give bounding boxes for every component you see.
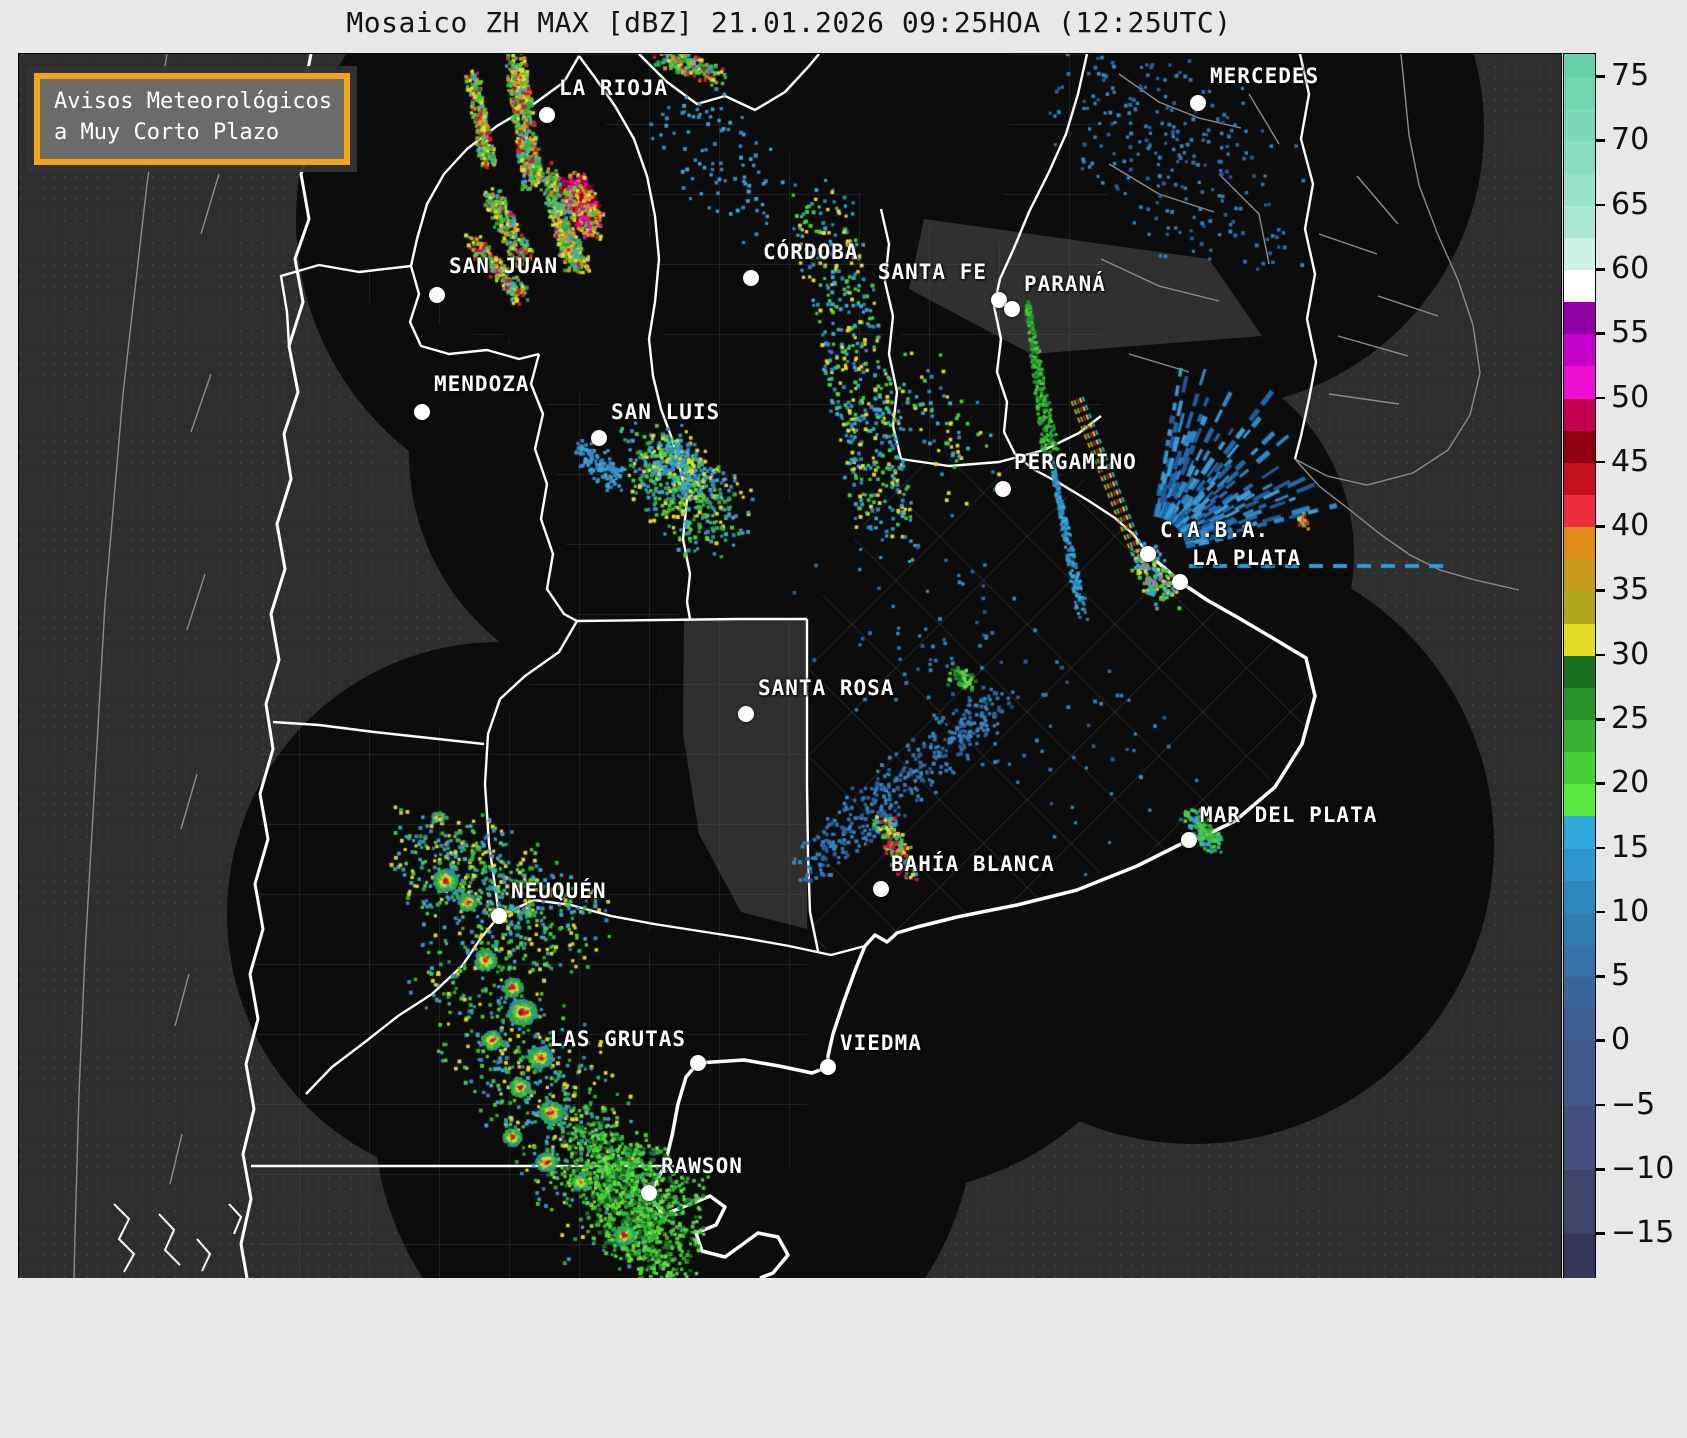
colorbar-tick-label: 75: [1611, 58, 1650, 94]
footer-logos: Servicio Meteorológico Nacional Argentin…: [0, 1278, 1687, 1438]
colorbar-tick-mark: [1595, 1168, 1605, 1171]
radar-product-page: Mosaico ZH MAX [dBZ] 21.01.2026 09:25HOA…: [0, 0, 1687, 1438]
city-dot: [539, 107, 555, 123]
city-dot: [743, 270, 759, 286]
colorbar-tick-label: −10: [1611, 1151, 1675, 1186]
colorbar-tick-label: 55: [1611, 315, 1650, 351]
city-label: SAN LUIS: [611, 400, 721, 424]
city-dot: [873, 881, 889, 897]
colorbar-tick-mark: [1595, 1103, 1605, 1107]
city-dot: [591, 430, 607, 446]
colorbar-tick-mark: [1595, 203, 1605, 207]
colorbar-tick-mark: [1595, 75, 1605, 78]
city-dot: [1172, 574, 1188, 590]
colorbar-tick-mark: [1595, 1232, 1605, 1235]
city-label: C.A.B.A.: [1160, 518, 1270, 542]
colorbar-tick-mark: [1595, 1039, 1605, 1042]
colorbar-tick-label: 30: [1611, 636, 1650, 672]
colorbar-tick-mark: [1595, 589, 1605, 592]
colorbar-tick-label: 65: [1611, 186, 1650, 222]
colorbar-tick-mark: [1595, 525, 1605, 528]
colorbar-tick-mark: [1595, 332, 1605, 335]
colorbar-tick-label: 45: [1611, 443, 1650, 479]
colorbar-tick-label: 40: [1611, 508, 1650, 544]
city-dot: [738, 706, 754, 722]
colorbar-tick-mark: [1595, 975, 1605, 978]
colorbar-tick-label: −15: [1611, 1215, 1675, 1251]
city-label: PARANÁ: [1024, 272, 1106, 296]
city-dot: [641, 1185, 657, 1201]
warnings-line1: Avisos Meteorológicos: [54, 89, 333, 114]
city-label: VIEDMA: [840, 1031, 922, 1055]
colorbar-tick-label: 10: [1611, 893, 1650, 929]
city-label: LAS GRUTAS: [549, 1027, 686, 1051]
city-label: LA RIOJA: [559, 76, 669, 100]
city-label: RAWSON: [661, 1154, 743, 1178]
colorbar-tick-mark: [1595, 846, 1605, 850]
city-label: MAR DEL PLATA: [1200, 803, 1378, 827]
city-label: BAHÍA BLANCA: [891, 852, 1055, 876]
city-label: LA PLATA: [1192, 546, 1302, 570]
colorbar-tick-label: 5: [1611, 958, 1631, 994]
city-dot: [414, 404, 430, 420]
colorbar-tick-mark: [1595, 782, 1605, 785]
city-dot: [1181, 832, 1197, 848]
colorbar-ticks: 75 70 65 60 55 50 45 40 35 30 25 20 15 10 5 0 −5 −10 −15: [1563, 53, 1683, 1277]
city-dot: [1140, 546, 1156, 562]
city-label: SANTA ROSA: [758, 676, 895, 700]
city-label: SAN JUAN: [449, 254, 559, 278]
city-label: MERCEDES: [1210, 64, 1320, 88]
colorbar-tick-label: 50: [1611, 379, 1650, 415]
city-dot: [1190, 95, 1206, 111]
city-label: PERGAMINO: [1014, 450, 1137, 474]
colorbar-tick-label: 0: [1611, 1022, 1631, 1058]
radar-map: LA RIOJA MERCEDES SAN JUAN CÓRDOBA SANTA FE P…: [18, 53, 1562, 1279]
warnings-line2: a Muy Corto Plazo: [54, 119, 280, 145]
colorbar-tick-label: 15: [1611, 829, 1650, 865]
city-label: MENDOZA: [434, 372, 530, 396]
city-dot: [995, 481, 1011, 497]
city-markers-layer: LA RIOJA MERCEDES SAN JUAN CÓRDOBA SANTA FE P…: [19, 54, 1561, 1278]
city-dot: [690, 1055, 706, 1071]
colorbar-tick-label: 70: [1611, 122, 1650, 158]
colorbar-tick-label: 60: [1611, 251, 1650, 286]
warnings-link-box[interactable]: Avisos Meteorológicos a Muy Corto Plazo: [34, 73, 351, 165]
colorbar-tick-mark: [1595, 460, 1605, 464]
colorbar-tick-mark: [1595, 718, 1605, 721]
city-dot: [491, 908, 507, 924]
city-dot: [429, 287, 445, 303]
colorbar-tick-mark: [1595, 396, 1605, 400]
colorbar-tick-mark: [1595, 268, 1605, 271]
city-dot: [1004, 301, 1020, 317]
colorbar-tick-label: 20: [1611, 765, 1650, 801]
colorbar-tick-mark: [1595, 139, 1605, 142]
city-dot: [820, 1059, 836, 1075]
colorbar-tick-label: 25: [1611, 701, 1650, 736]
page-title: Mosaico ZH MAX [dBZ] 21.01.2026 09:25HOA…: [346, 6, 1232, 39]
colorbar-tick-label: 35: [1611, 572, 1650, 608]
city-label: NEUQUÉN: [511, 879, 607, 903]
city-label: SANTA FE: [877, 260, 987, 284]
city-label: CÓRDOBA: [763, 240, 859, 264]
colorbar-tick-mark: [1595, 910, 1605, 914]
colorbar-tick-label: −5: [1611, 1086, 1656, 1122]
colorbar-tick-mark: [1595, 653, 1605, 657]
